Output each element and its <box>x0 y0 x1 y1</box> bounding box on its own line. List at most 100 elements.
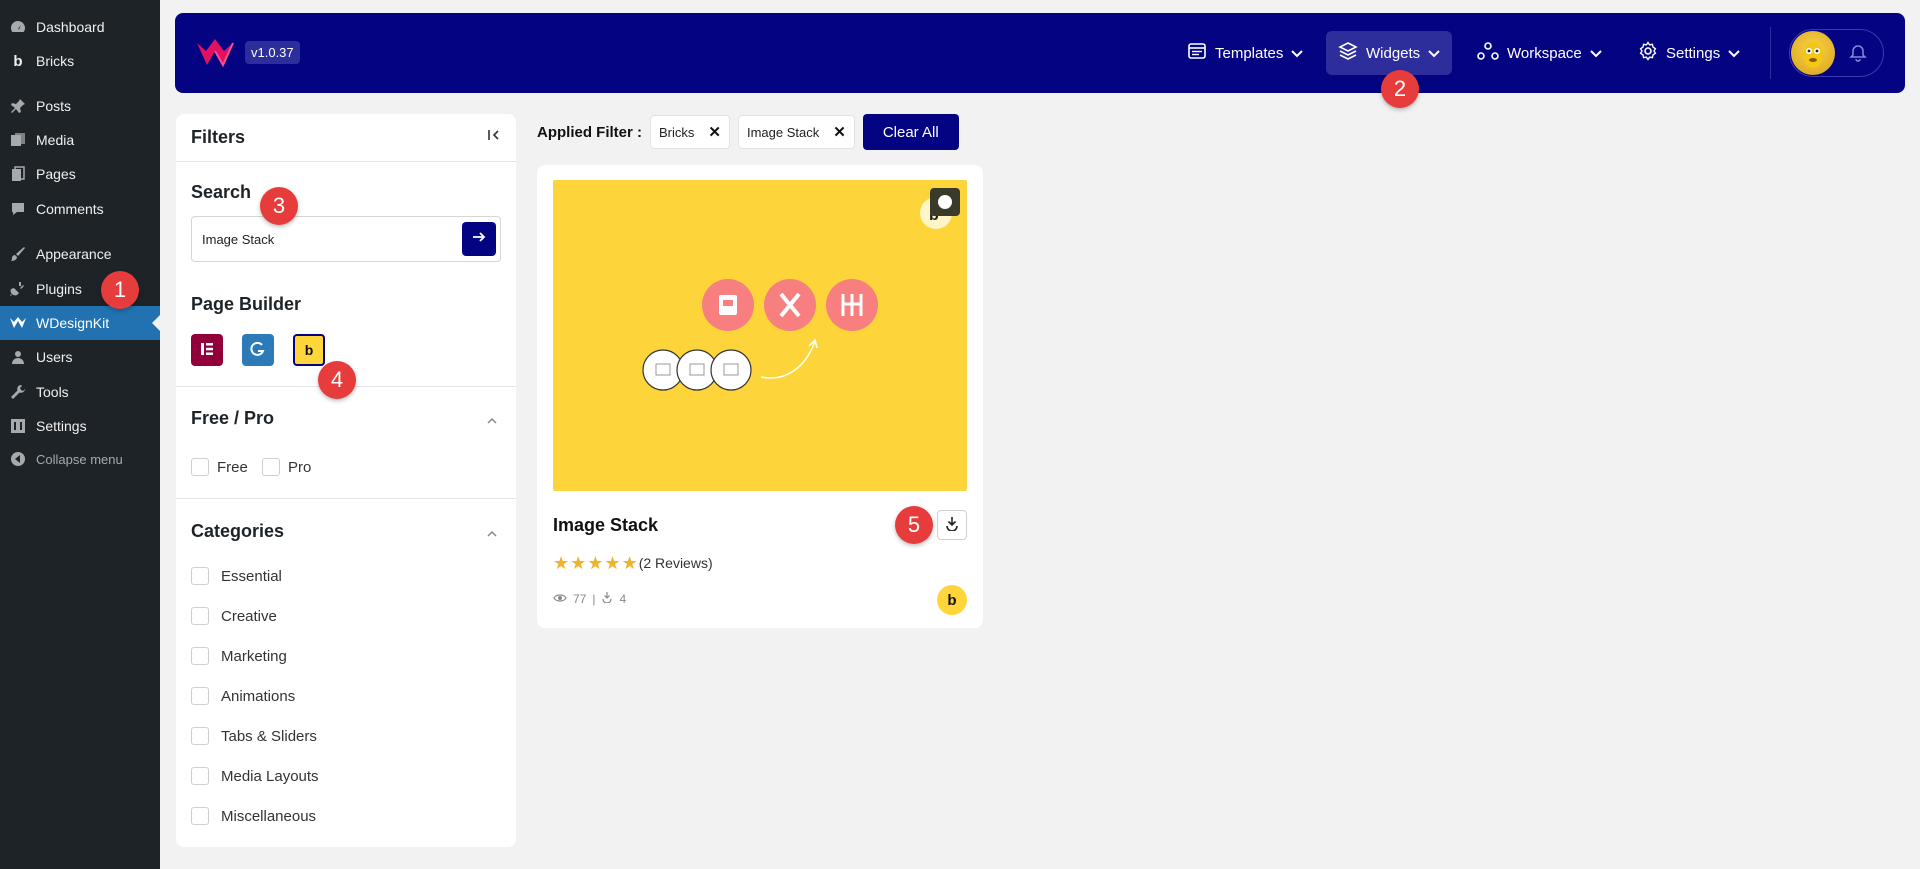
builder-elementor-button[interactable] <box>191 334 223 366</box>
checkbox-label: Pro <box>288 458 312 476</box>
menu-item-bricks[interactable]: b Bricks <box>0 44 160 78</box>
version-badge: v1.0.37 <box>245 41 300 64</box>
category-label: Media Layouts <box>221 767 319 785</box>
menu-label: WDesignKit <box>36 315 110 331</box>
notification-bell-icon[interactable] <box>1849 44 1867 67</box>
menu-label: Plugins <box>36 281 82 297</box>
gutenberg-icon <box>249 340 267 361</box>
widget-stats: 77 | 4 <box>553 591 626 606</box>
menu-item-dashboard[interactable]: Dashboard <box>0 10 160 44</box>
settings-icon <box>0 418 36 434</box>
wdesignkit-icon <box>0 316 36 330</box>
checkbox[interactable] <box>191 687 209 705</box>
pin-icon <box>0 98 36 114</box>
star-icon: ★ <box>587 553 604 573</box>
menu-item-users[interactable]: Users <box>0 340 160 374</box>
widget-title[interactable]: Image Stack <box>553 515 658 536</box>
checkbox[interactable] <box>191 727 209 745</box>
step-badge: 1 <box>101 271 139 309</box>
comments-icon <box>0 201 36 217</box>
nav-templates[interactable]: Templates <box>1175 31 1315 75</box>
chevron-up-icon[interactable] <box>486 525 498 543</box>
rating: ★ ★ ★ ★ ★ (2 Reviews) <box>553 554 713 572</box>
star-icon: ★ <box>621 553 638 573</box>
pro-checkbox[interactable]: Pro <box>262 458 311 476</box>
plug-icon <box>0 281 36 297</box>
wp-admin-sidebar: Dashboard b Bricks Posts Media Pages Comm… <box>0 0 160 869</box>
downloads-count: 4 <box>619 591 627 606</box>
avatar[interactable] <box>1791 31 1835 75</box>
close-icon[interactable]: ✕ <box>708 123 721 141</box>
reviews-count: (2 Reviews) <box>638 555 713 571</box>
menu-item-posts[interactable]: Posts <box>0 89 160 123</box>
chip-label: Image Stack <box>746 124 820 140</box>
category-label: Tabs & Sliders <box>221 727 317 745</box>
collapse-menu-button[interactable]: Collapse menu <box>0 442 160 476</box>
nav-label: Widgets <box>1366 44 1421 62</box>
widget-card[interactable]: b Image Stack ★ ★ ★ ★ ★ (2 Review <box>537 165 983 628</box>
checkbox[interactable] <box>191 607 209 625</box>
menu-label: Users <box>36 349 73 365</box>
widget-preview-image[interactable]: b <box>553 180 967 491</box>
star-icon: ★ <box>604 553 621 573</box>
category-marketing[interactable]: Marketing <box>191 647 287 665</box>
checkbox-label: Free <box>217 458 248 476</box>
builder-gutenberg-button[interactable] <box>242 334 274 366</box>
wdesignkit-logo[interactable] <box>195 35 239 74</box>
category-essential[interactable]: Essential <box>191 567 282 585</box>
checkbox[interactable] <box>191 647 209 665</box>
nav-settings[interactable]: Settings <box>1626 31 1752 75</box>
category-tabs-sliders[interactable]: Tabs & Sliders <box>191 727 317 745</box>
step-badge: 2 <box>1381 70 1419 108</box>
close-icon[interactable]: ✕ <box>833 123 846 141</box>
templates-icon <box>1187 41 1207 65</box>
filters-title: Filters <box>191 127 246 147</box>
menu-label: Appearance <box>36 246 112 262</box>
category-animations[interactable]: Animations <box>191 687 295 705</box>
brush-icon <box>0 246 36 262</box>
star-icon: ★ <box>553 553 570 573</box>
checkbox[interactable] <box>191 767 209 785</box>
menu-item-comments[interactable]: Comments <box>0 192 160 226</box>
category-label: Marketing <box>221 647 287 665</box>
bricks-icon: b <box>304 342 314 358</box>
checkbox[interactable] <box>191 807 209 825</box>
download-button[interactable] <box>937 510 967 540</box>
users-icon <box>0 349 36 365</box>
search-submit-button[interactable] <box>462 222 496 256</box>
user-menu-toggle[interactable] <box>1789 29 1884 77</box>
checkbox[interactable] <box>191 567 209 585</box>
category-media-layouts[interactable]: Media Layouts <box>191 767 319 785</box>
wrench-icon <box>0 384 36 400</box>
menu-item-appearance[interactable]: Appearance <box>0 237 160 271</box>
clear-all-button[interactable]: Clear All <box>862 114 959 150</box>
menu-item-settings[interactable]: Settings <box>0 409 160 443</box>
builder-bricks-button[interactable]: b <box>293 334 325 366</box>
category-creative[interactable]: Creative <box>191 607 277 625</box>
chevron-up-icon[interactable] <box>486 412 498 430</box>
menu-item-media[interactable]: Media <box>0 123 160 157</box>
free-checkbox[interactable]: Free <box>191 458 248 476</box>
bricks-builder-badge: b <box>937 585 967 615</box>
filters-panel: Filters Search Page Builder b Free / Pro… <box>176 114 516 847</box>
eye-icon <box>553 592 567 606</box>
checkbox[interactable] <box>262 458 280 476</box>
nav-workspace[interactable]: Workspace <box>1465 31 1614 75</box>
arrow-right-icon <box>471 229 487 250</box>
nav-label: Templates <box>1215 44 1284 62</box>
menu-item-tools[interactable]: Tools <box>0 375 160 409</box>
menu-item-pages[interactable]: Pages <box>0 157 160 191</box>
menu-label: Bricks <box>36 53 75 69</box>
media-icon <box>0 132 36 148</box>
checkbox[interactable] <box>191 458 209 476</box>
search-input[interactable] <box>192 217 442 261</box>
menu-label: Tools <box>36 384 69 400</box>
menu-item-wdesignkit[interactable]: WDesignKit <box>0 306 160 340</box>
step-badge: 3 <box>260 187 298 225</box>
category-miscellaneous[interactable]: Miscellaneous <box>191 807 316 825</box>
nav-widgets[interactable]: Widgets <box>1326 31 1453 75</box>
category-label: Animations <box>221 687 296 705</box>
menu-label: Media <box>36 132 75 148</box>
collapse-panel-icon[interactable] <box>487 128 501 147</box>
chevron-down-icon <box>1428 45 1440 62</box>
